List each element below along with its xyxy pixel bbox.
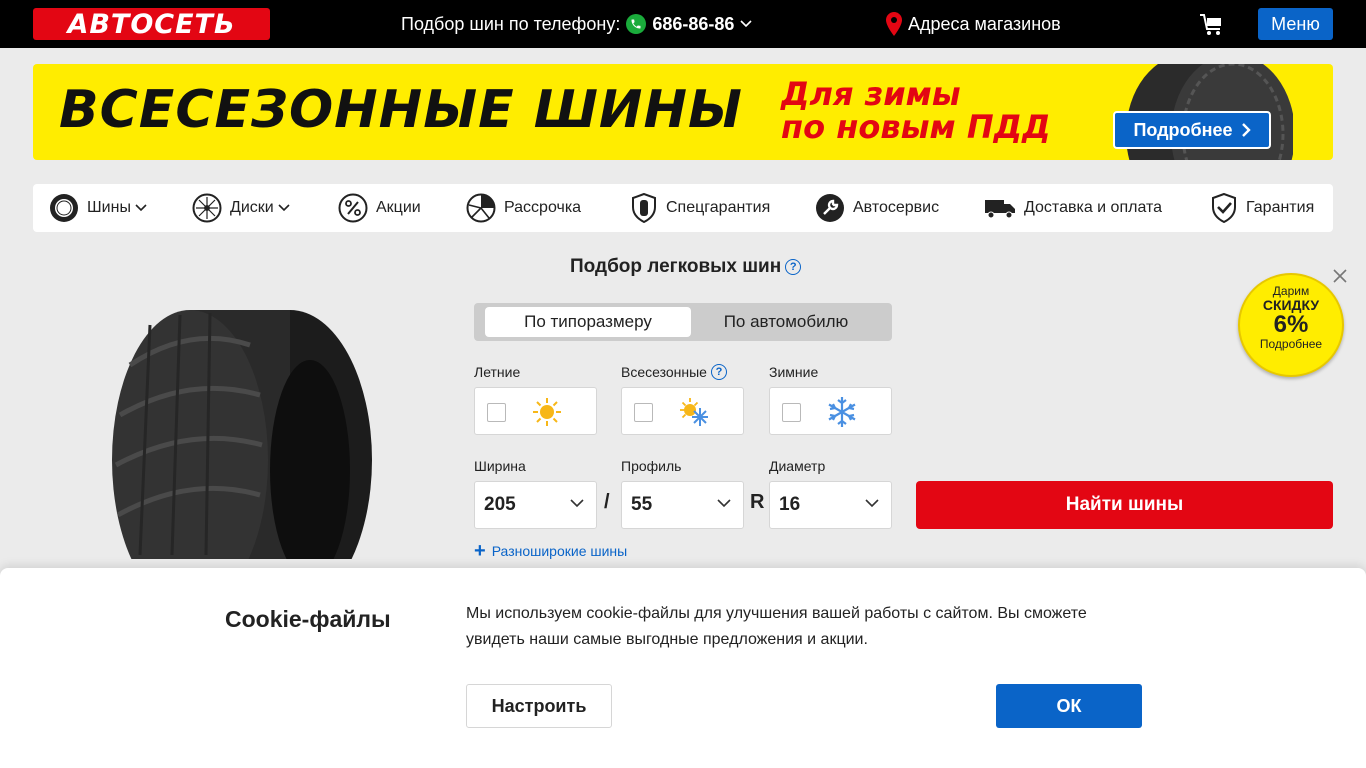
season-option-summer[interactable]: [474, 387, 597, 435]
season-option-winter[interactable]: [769, 387, 892, 435]
nav-item-label: Спецгарантия: [666, 199, 771, 216]
banner-subtitle-line2: по новым ПДД: [781, 108, 1051, 146]
menu-button[interactable]: Меню: [1258, 8, 1333, 40]
chevron-down-icon: [717, 499, 731, 508]
diameter-select[interactable]: 16: [769, 481, 892, 529]
width-value: 205: [484, 494, 516, 515]
banner-subtitle: Для зимы по новым ПДД: [781, 78, 1051, 144]
summer-checkbox[interactable]: [487, 403, 506, 422]
size-separator-r: R: [750, 491, 765, 513]
phone-label: Подбор шин по телефону:: [401, 13, 621, 34]
cookie-text: Мы используем cookie-файлы для улучшения…: [466, 605, 1087, 648]
cookie-title: Cookie-файлы: [225, 606, 391, 632]
logo[interactable]: АВТОСЕТЬ: [33, 8, 270, 40]
season-label-allseason: Всесезонные ?: [621, 364, 727, 380]
tire-product-image: [112, 310, 372, 559]
profile-label: Профиль: [621, 458, 682, 474]
stores-link[interactable]: Адреса магазинов: [886, 12, 1061, 36]
nav-item-label: Автосервис: [853, 199, 940, 216]
nav-item-label: Доставка и оплата: [1024, 199, 1163, 216]
plus-icon: +: [474, 540, 486, 562]
chevron-down-icon: [278, 204, 290, 212]
shield-tire-icon: [632, 193, 656, 223]
winter-checkbox[interactable]: [782, 403, 801, 422]
map-pin-icon: [886, 12, 902, 36]
nav-item-sales[interactable]: Акции: [338, 192, 421, 224]
nav-item-delivery[interactable]: Доставка и оплата: [984, 192, 1162, 224]
banner-subtitle-line1: Для зимы: [781, 75, 961, 113]
cookie-panel: Cookie-файлы Мы используем cookie-файлы …: [0, 568, 1366, 768]
banner-title: ВСЕСЕЗОННЫЕ ШИНЫ: [59, 80, 743, 140]
cookie-ok-button[interactable]: ОК: [996, 684, 1142, 728]
diameter-label: Диаметр: [769, 458, 826, 474]
banner-more-button[interactable]: Подробнее: [1113, 111, 1271, 149]
size-separator-slash: /: [604, 491, 610, 513]
chevron-right-icon: [1241, 123, 1251, 137]
promo-banner[interactable]: ВСЕСЕЗОННЫЕ ШИНЫ Для зимы по новым ПДД П…: [33, 64, 1333, 160]
snowflake-icon: [828, 397, 856, 427]
nav-item-autoservice[interactable]: Автосервис: [815, 192, 939, 224]
profile-value: 55: [631, 494, 653, 515]
nav-item-label: Шины: [87, 199, 131, 216]
chevron-down-icon: [740, 20, 752, 28]
chevron-down-icon: [570, 499, 584, 508]
season-label-winter: Зимние: [769, 364, 819, 380]
wide-tires-link[interactable]: + Разноширокие шины: [474, 540, 628, 562]
discount-badge-percent: 6%: [1273, 311, 1309, 338]
stores-label: Адреса магазинов: [908, 13, 1061, 34]
chevron-down-icon: [135, 204, 147, 212]
selector-title-text: Подбор легковых шин: [570, 256, 782, 277]
discount-badge-line1: Дарим: [1272, 284, 1310, 298]
diameter-value: 16: [779, 494, 801, 515]
cart-icon[interactable]: [1199, 12, 1225, 38]
selector-title: Подбор легковых шин ?: [570, 256, 802, 278]
wrench-icon: [816, 194, 844, 222]
profile-select[interactable]: 55: [621, 481, 744, 529]
phone-icon: [626, 14, 647, 34]
main-nav: Шины Диски Акции Рассрочка Спецгарантия …: [33, 184, 1333, 232]
percent-icon: [338, 193, 368, 223]
header: АВТОСЕТЬ Подбор шин по телефону: 686-86-…: [0, 0, 1366, 48]
nav-item-label: Гарантия: [1246, 199, 1315, 216]
tab-by-size[interactable]: По типоразмеру: [485, 307, 691, 337]
nav-item-special-warranty[interactable]: Спецгарантия: [630, 192, 770, 224]
season-label-summer: Летние: [474, 364, 521, 380]
wide-tires-label: Разноширокие шины: [491, 543, 628, 559]
find-tires-button[interactable]: Найти шины: [916, 481, 1333, 529]
nav-item-installments[interactable]: Рассрочка: [466, 192, 581, 224]
nav-item-rims[interactable]: Диски: [192, 192, 298, 224]
season-option-allseason[interactable]: [621, 387, 744, 435]
truck-icon: [985, 200, 1015, 219]
pie-chart-icon: [466, 193, 496, 223]
help-icon[interactable]: ?: [710, 364, 727, 380]
tab-by-car[interactable]: По автомобилю: [691, 307, 881, 337]
nav-item-warranty[interactable]: Гарантия: [1210, 192, 1314, 224]
selector-tabs: По типоразмеру По автомобилю: [474, 303, 892, 341]
shield-check-icon: [1212, 193, 1236, 223]
close-icon[interactable]: [1332, 268, 1348, 284]
help-icon[interactable]: ?: [785, 259, 802, 275]
discount-badge-more: Подробнее: [1259, 337, 1323, 351]
banner-more-label: Подробнее: [1133, 119, 1233, 140]
season-label-text: Всесезонные: [621, 364, 707, 380]
chevron-down-icon: [865, 499, 879, 508]
nav-item-label: Акции: [376, 199, 421, 216]
width-select[interactable]: 205: [474, 481, 597, 529]
allseason-checkbox[interactable]: [634, 403, 653, 422]
phone-selector[interactable]: Подбор шин по телефону: 686-86-86: [401, 12, 752, 36]
sun-snow-icon: [680, 398, 708, 426]
nav-item-label: Диски: [230, 199, 274, 216]
nav-item-tires[interactable]: Шины: [49, 192, 155, 224]
phone-number[interactable]: 686-86-86: [652, 14, 734, 35]
width-label: Ширина: [474, 458, 526, 474]
discount-badge[interactable]: Дарим СКИДКУ 6% Подробнее: [1238, 273, 1344, 377]
cookie-settings-button[interactable]: Настроить: [466, 684, 612, 728]
nav-item-label: Рассрочка: [504, 199, 582, 216]
tire-icon: [50, 194, 78, 222]
sun-icon: [533, 398, 561, 426]
wheel-rim-icon: [192, 193, 222, 223]
